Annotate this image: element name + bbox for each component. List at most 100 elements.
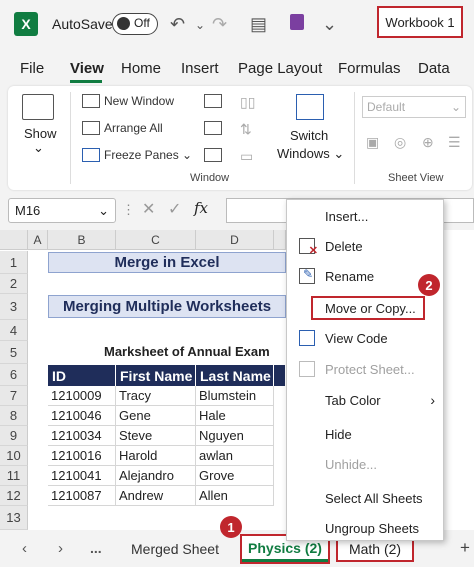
menu-item-ungroup-sheets[interactable]: Ungroup Sheets <box>287 514 445 542</box>
row-header[interactable]: 10 <box>0 446 28 466</box>
row-header[interactable]: 12 <box>0 486 28 506</box>
table-cell[interactable]: Hale <box>196 406 274 426</box>
column-header[interactable] <box>274 230 286 250</box>
row-header[interactable]: 9 <box>0 426 28 446</box>
table-cell[interactable]: 1210046 <box>48 406 116 426</box>
menu-item-select-all-sheets[interactable]: Select All Sheets <box>287 484 445 512</box>
table-cell[interactable]: Steve <box>116 426 196 446</box>
menu-item-protect-sheet[interactable]: Protect Sheet... <box>287 355 445 383</box>
menu-file[interactable]: File <box>20 60 44 77</box>
exit-view-icon[interactable]: ◎ <box>394 134 406 151</box>
table-header-first-name[interactable]: First Name <box>116 365 196 386</box>
table-cell[interactable]: Gene <box>116 406 196 426</box>
row-header[interactable]: 7 <box>0 386 28 406</box>
menu-home[interactable]: Home <box>121 60 161 77</box>
name-box[interactable]: M16 ⌄ <box>8 198 116 223</box>
sheet-banner-subtitle[interactable]: Merging Multiple Worksheets <box>48 295 286 318</box>
freeze-panes-button[interactable]: Freeze Panes ⌄ <box>104 148 192 162</box>
show-button[interactable]: Show <box>24 126 57 141</box>
unhide-icon[interactable] <box>204 148 222 162</box>
undo-dropdown-icon[interactable]: ⌄ <box>195 18 205 32</box>
table-cell[interactable]: Blumstein <box>196 386 274 406</box>
row-header[interactable]: 3 <box>0 294 28 320</box>
menu-item-tab-color[interactable]: Tab Color › <box>287 386 445 414</box>
table-cell[interactable]: 1210034 <box>48 426 116 446</box>
menu-item-delete[interactable]: ✕ Delete <box>287 232 445 260</box>
purple-icon[interactable] <box>290 14 304 35</box>
table-cell[interactable]: 1210041 <box>48 466 116 486</box>
arrange-all-button[interactable]: Arrange All <box>104 121 163 135</box>
menu-insert[interactable]: Insert <box>181 60 219 77</box>
table-header-last-name[interactable]: Last Name <box>196 365 274 386</box>
synchronous-scrolling-icon[interactable]: ⇅ <box>240 121 252 138</box>
scroll-left-icon[interactable]: ‹ <box>22 540 27 557</box>
table-cell[interactable]: 1210009 <box>48 386 116 406</box>
select-all-corner[interactable] <box>0 230 28 250</box>
menu-page-layout[interactable]: Page Layout <box>238 60 322 77</box>
menu-item-hide[interactable]: Hide <box>287 420 445 448</box>
row-header[interactable]: 11 <box>0 466 28 486</box>
menu-view[interactable]: View <box>70 60 104 77</box>
form-icon[interactable]: ▤ <box>250 14 267 35</box>
undo-icon[interactable]: ↶ <box>170 14 185 35</box>
row-header[interactable]: 2 <box>0 274 28 294</box>
add-sheet-button[interactable]: + <box>460 538 470 558</box>
workbook-title: Workbook 1 <box>377 6 463 38</box>
row-header[interactable]: 5 <box>0 341 28 364</box>
drag-handle-icon[interactable]: ⋮ <box>122 202 135 218</box>
column-header[interactable]: A <box>28 230 48 250</box>
menu-item-insert[interactable]: Insert... <box>287 202 445 230</box>
row-header[interactable]: 6 <box>0 364 28 386</box>
view-side-by-side-icon[interactable]: ▯▯ <box>240 94 255 111</box>
table-caption[interactable]: Marksheet of Annual Exam <box>104 344 270 359</box>
hide-icon[interactable] <box>204 121 222 135</box>
table-cell[interactable]: Andrew <box>116 486 196 506</box>
table-cell[interactable]: Grove <box>196 466 274 486</box>
column-header[interactable]: D <box>196 230 274 250</box>
row-header[interactable]: 4 <box>0 320 28 341</box>
insert-function-button[interactable]: fx <box>194 199 208 217</box>
table-cell[interactable]: 1210087 <box>48 486 116 506</box>
table-header-id[interactable]: ID <box>48 365 116 386</box>
step-callout-2: 2 <box>418 274 440 296</box>
more-sheets-button[interactable]: ... <box>90 540 102 556</box>
redo-icon[interactable]: ↷ <box>212 14 227 35</box>
switch-windows-label-1[interactable]: Switch <box>290 128 328 143</box>
table-cell[interactable]: Nguyen <box>196 426 274 446</box>
menu-item-label: Unhide... <box>325 456 378 472</box>
switch-windows-button[interactable]: Windows ⌄ <box>277 146 344 162</box>
column-header[interactable]: B <box>48 230 116 250</box>
row-header[interactable]: 8 <box>0 406 28 426</box>
menu-item-label: Rename <box>325 268 375 284</box>
overflow-icon[interactable]: ⌄ <box>322 14 337 35</box>
reset-window-position-icon[interactable]: ▭ <box>240 148 253 165</box>
row-header[interactable]: 1 <box>0 251 28 274</box>
scroll-right-icon[interactable]: › <box>58 540 63 557</box>
table-cell[interactable]: Harold <box>116 446 196 466</box>
menu-item-unhide[interactable]: Unhide... <box>287 450 445 478</box>
menu-data[interactable]: Data <box>418 60 450 77</box>
keep-icon[interactable]: ▣ <box>366 134 379 151</box>
autosave-toggle[interactable]: Off <box>112 13 158 35</box>
options-icon[interactable]: ☰ <box>448 134 461 151</box>
sheet-view-select[interactable]: Default ⌄ <box>362 96 466 118</box>
enter-icon[interactable]: ✓ <box>168 199 181 219</box>
table-cell[interactable]: Allen <box>196 486 274 506</box>
menu-formulas[interactable]: Formulas <box>338 60 401 77</box>
new-view-icon[interactable]: ⊕ <box>422 134 434 151</box>
table-cell[interactable]: Alejandro <box>116 466 196 486</box>
menu-item-view-code[interactable]: View Code <box>287 324 445 352</box>
cancel-icon[interactable]: ✕ <box>142 199 155 219</box>
split-icon[interactable] <box>204 94 222 108</box>
table-cell[interactable]: awlan <box>196 446 274 466</box>
show-chevron-icon[interactable]: ⌄ <box>33 140 44 156</box>
column-header[interactable]: C <box>116 230 196 250</box>
row-header[interactable]: 13 <box>0 506 28 530</box>
sheet-banner-title[interactable]: Merge in Excel <box>48 252 286 273</box>
table-cell[interactable]: Tracy <box>116 386 196 406</box>
new-window-button[interactable]: New Window <box>104 94 174 108</box>
sheet-tab-merged[interactable]: Merged Sheet <box>120 536 230 562</box>
sheet-context-menu: Insert... ✕ Delete ✎ Rename Move or Copy… <box>286 199 444 541</box>
table-header-extra[interactable] <box>274 365 286 386</box>
table-cell[interactable]: 1210016 <box>48 446 116 466</box>
